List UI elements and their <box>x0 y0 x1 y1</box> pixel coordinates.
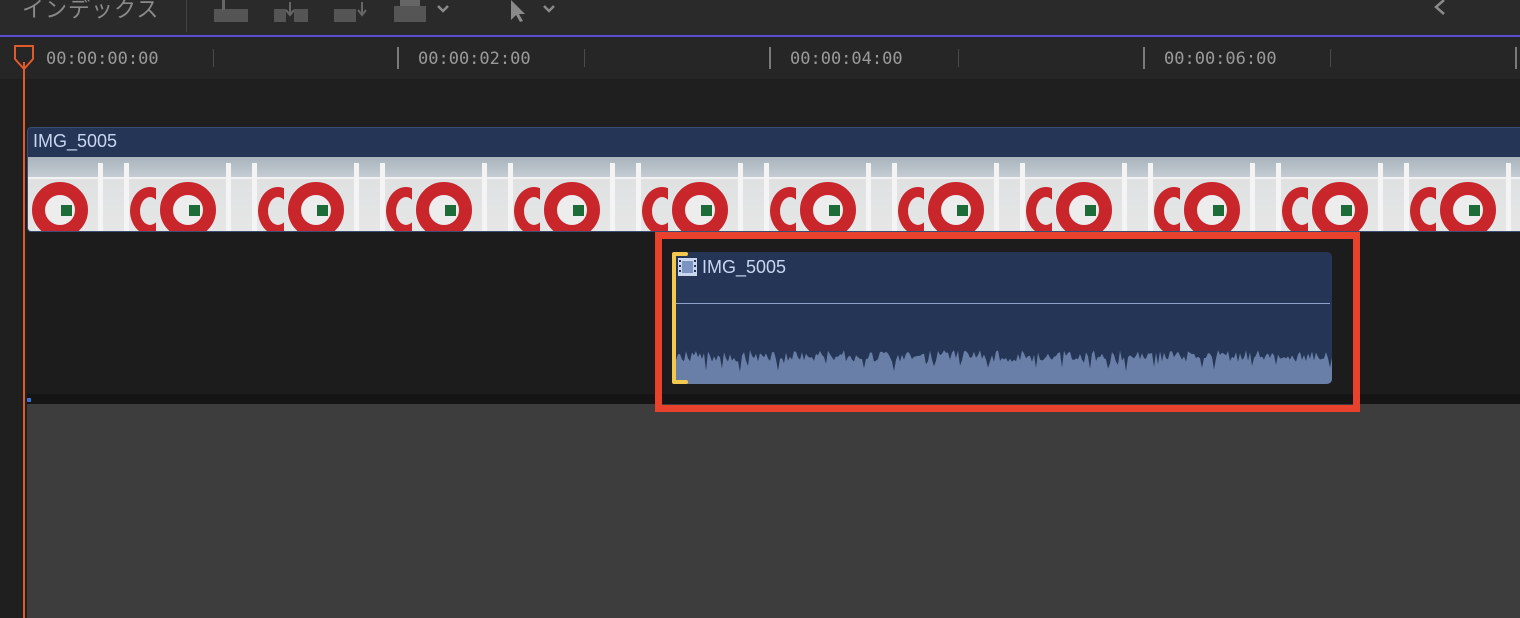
filmstrip-frame <box>668 157 796 231</box>
ruler-major-tick <box>1143 47 1145 69</box>
ruler-major-tick <box>397 47 399 69</box>
filmstrip-frame <box>796 157 924 231</box>
filmstrip-frame <box>156 157 284 231</box>
track-marker <box>27 398 31 402</box>
filmstrip-frame <box>540 157 668 231</box>
append-clip-icon[interactable] <box>332 0 370 24</box>
insert-clip-icon[interactable] <box>272 0 310 24</box>
toolbar-divider <box>186 0 187 32</box>
clip-filmstrip <box>28 157 1520 231</box>
ruler-minor-tick <box>1330 49 1331 67</box>
playhead-icon[interactable] <box>14 45 34 76</box>
index-button[interactable]: インデックス <box>22 0 159 24</box>
filmstrip-frame <box>1180 157 1308 231</box>
timecode-label: 00:00:06:00 <box>1164 49 1277 69</box>
timeline-ruler[interactable]: 00:00:00:00 00:00:02:00 00:00:04:00 00:0… <box>0 37 1520 79</box>
timecode-label: 00:00:04:00 <box>790 49 903 69</box>
filmstrip-frame <box>284 157 412 231</box>
filmstrip-frame <box>1436 157 1520 231</box>
clip-name: IMG_5005 <box>33 131 118 151</box>
ruler-minor-tick <box>584 49 585 67</box>
ruler-major-tick <box>1515 47 1517 69</box>
ruler-minor-tick <box>958 49 959 67</box>
highlight-annotation-box <box>655 232 1360 412</box>
ruler-major-tick <box>769 47 771 69</box>
select-tool-icon[interactable] <box>506 0 562 24</box>
primary-video-clip[interactable]: IMG_5005 <box>27 127 1520 232</box>
timecode-label: 00:00:02:00 <box>418 49 531 69</box>
filmstrip-frame <box>412 157 540 231</box>
empty-timeline-area[interactable] <box>27 404 1520 618</box>
filmstrip-frame <box>1308 157 1436 231</box>
playhead-line[interactable] <box>23 62 25 618</box>
ruler-minor-tick <box>213 49 214 67</box>
timecode-label: 00:00:00:00 <box>46 49 159 69</box>
overwrite-clip-icon[interactable] <box>392 0 456 24</box>
filmstrip-frame <box>1052 157 1180 231</box>
filmstrip-frame <box>924 157 1052 231</box>
connect-clip-icon[interactable] <box>212 0 250 24</box>
timeline-toolbar: インデックス <box>0 0 1520 35</box>
filmstrip-frame <box>28 157 156 231</box>
nav-back-icon[interactable] <box>1432 0 1448 24</box>
